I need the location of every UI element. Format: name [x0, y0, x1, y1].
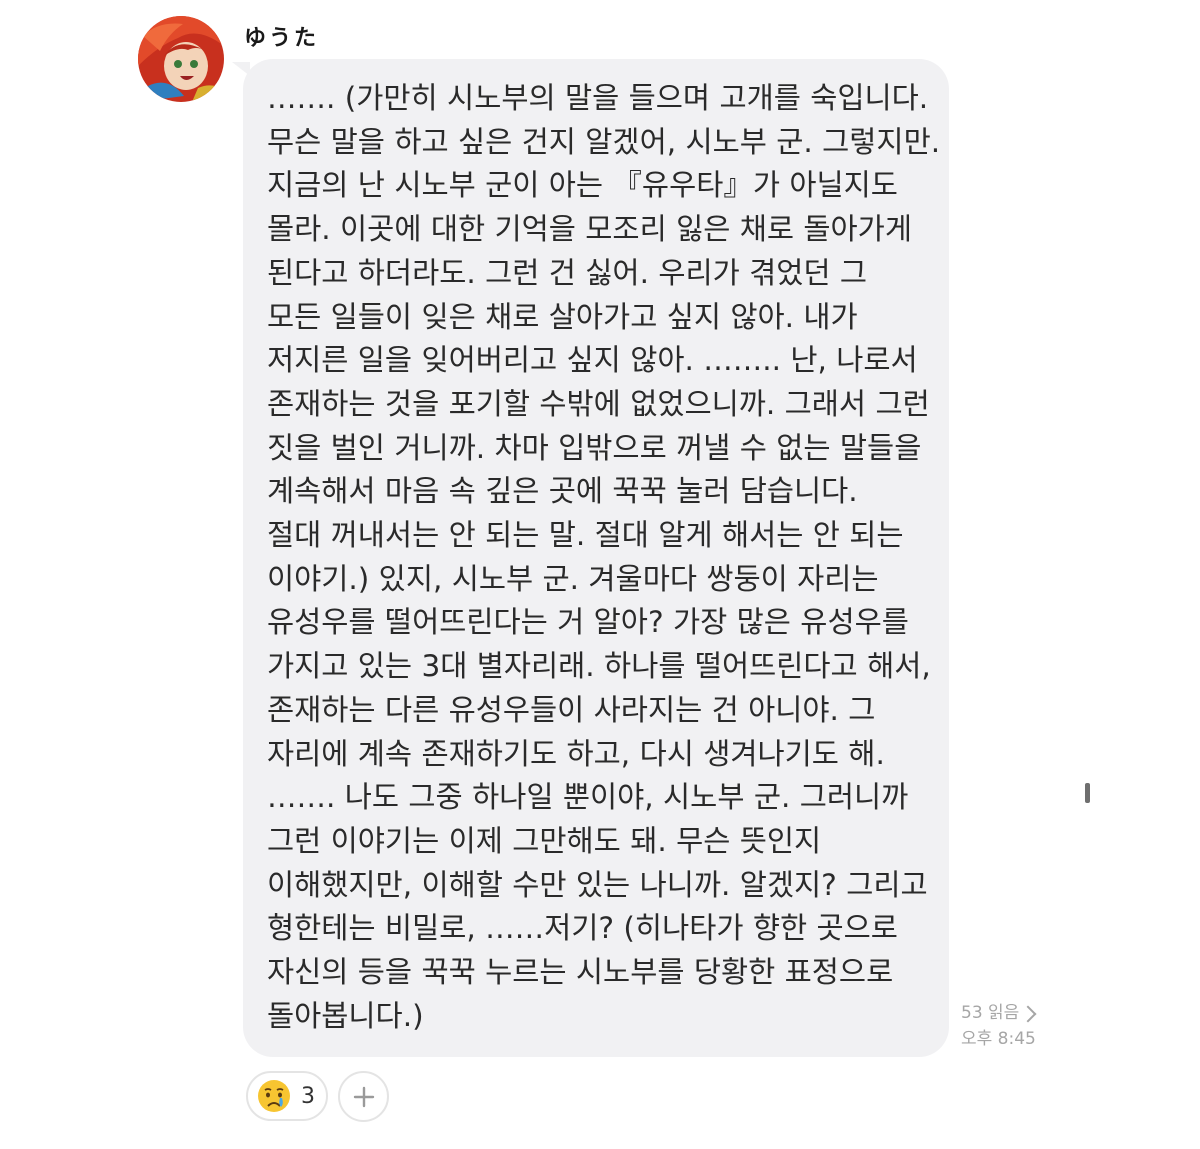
message-line: 지금의 난 시노부 군이 아는 『유우타』가 아닐지도: [267, 168, 898, 203]
message-line: 돌아봅니다.): [267, 998, 424, 1033]
reaction-button[interactable]: 3: [246, 1071, 328, 1121]
message-line: 형한테는 비밀로, ……저기? (히나타가 향한 곳으로: [267, 911, 898, 946]
read-count[interactable]: 53 읽음: [961, 1000, 1037, 1026]
message-time: 오후 8:45: [961, 1029, 1036, 1049]
message-line: 유성우를 떨어뜨린다는 거 알아? 가장 많은 유성우를: [267, 605, 909, 640]
message-line: 무슨 말을 하고 싶은 건지 알겠어, 시노부 군. 그렇지만.: [267, 124, 941, 159]
avatar-image: [138, 16, 224, 102]
message-line: 존재하는 것을 포기할 수밖에 없었으니까. 그래서 그런: [267, 386, 930, 421]
reaction-count: 3: [301, 1083, 315, 1109]
read-count-label: 53 읽음: [961, 1003, 1020, 1023]
message-bubble[interactable]: ……. (가만히 시노부의 말을 들으며 고개를 숙입니다. 무슨 말을 하고 싶…: [243, 59, 949, 1057]
message-line: 자리에 계속 존재하기도 하고, 다시 생겨나기도 해.: [267, 736, 885, 771]
message-line: 존재하는 다른 유성우들이 사라지는 건 아니야. 그: [267, 692, 876, 727]
sender-avatar[interactable]: [138, 16, 224, 102]
add-reaction-button[interactable]: [338, 1071, 389, 1122]
crying-face-icon: [258, 1080, 290, 1112]
sender-name: ゆうた: [244, 26, 320, 51]
message-line: 가지고 있는 3대 별자리래. 하나를 떨어뜨린다고 해서,: [267, 649, 931, 684]
plus-icon: [353, 1086, 374, 1107]
message-meta: 53 읽음 오후 8:45: [961, 1000, 1037, 1052]
message-line: 몰라. 이곳에 대한 기억을 모조리 잃은 채로 돌아가게: [267, 212, 912, 247]
message-line: 된다고 하더라도. 그런 건 싫어. 우리가 겪었던 그: [267, 255, 868, 290]
message-line: 짓을 벌인 거니까. 차마 입밖으로 꺼낼 수 없는 말들을: [267, 430, 922, 465]
message-line: ……. (가만히 시노부의 말을 들으며 고개를 숙입니다.: [267, 81, 929, 115]
message-line: 모든 일들이 잊은 채로 살아가고 싶지 않아. 내가: [267, 299, 858, 334]
message-line: 자신의 등을 꾹꾹 누르는 시노부를 당황한 표정으로: [267, 955, 894, 990]
message-line: 저지른 일을 잊어버리고 싶지 않아. …….. 난, 나로서: [267, 343, 918, 378]
scrollbar-thumb[interactable]: [1085, 783, 1090, 803]
message-line: ……. 나도 그중 하나일 뿐이야, 시노부 군. 그러니까: [267, 780, 909, 815]
chevron-right-icon: [1019, 1005, 1037, 1022]
message-line: 계속해서 마음 속 깊은 곳에 꾹꾹 눌러 담습니다.: [267, 474, 858, 509]
message-text: ……. (가만히 시노부의 말을 들으며 고개를 숙입니다. 무슨 말을 하고 싶…: [267, 77, 941, 1038]
message-line: 절대 꺼내서는 안 되는 말. 절대 알게 해서는 안 되는: [267, 518, 904, 553]
message-line: 그런 이야기는 이제 그만해도 돼. 무슨 뜻인지: [267, 823, 822, 858]
message-line: 이야기.) 있지, 시노부 군. 겨울마다 쌍둥이 자리는: [267, 561, 879, 596]
message-line: 이해했지만, 이해할 수만 있는 나니까. 알겠지? 그리고: [267, 867, 928, 902]
